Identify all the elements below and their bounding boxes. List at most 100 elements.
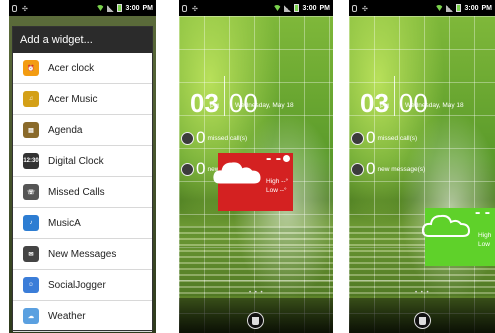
weather-widget-delete-zone[interactable]: - - High --° Low --° <box>213 150 293 211</box>
missed-calls-label: missed call(s) <box>377 134 418 142</box>
wallpaper: 03 PM 00 Wednesday, May 18 0 missed call… <box>179 16 333 333</box>
widget-list: ⏰ Acer clock ♫ Acer Music ▤ Agenda 12:30 Digita… <box>13 53 152 332</box>
phone-screen-widget-picker: ✣ 3:00 PM Add a widget... ⏰ Acer clock ♫ Ac… <box>9 0 156 333</box>
clock-ampm: PM <box>380 104 389 110</box>
signal-icon <box>284 4 292 12</box>
wallpaper: 03 PM 00 Wednesday, May 18 0 missed call… <box>349 16 495 333</box>
widget-handle-icon <box>283 155 290 162</box>
usb-icon <box>182 4 187 12</box>
signal-icon <box>446 4 454 12</box>
add-widget-dialog: Add a widget... ⏰ Acer clock ♫ Acer Music ▤ A… <box>12 26 153 332</box>
phone-screen-move-widget: ✣ 3:00 PM 03 PM 00 Wednesday, May 18 0 m… <box>349 0 495 333</box>
new-messages-count: 0 <box>196 159 206 178</box>
widget-list-item[interactable]: ♫ Acer Music <box>13 84 152 115</box>
weather-icon: ☁ <box>23 308 39 324</box>
weather-low: Low <box>478 241 490 248</box>
widget-list-item[interactable]: ▤ Agenda <box>13 115 152 146</box>
missed-calls-count: 0 <box>366 128 376 147</box>
status-ampm: PM <box>142 4 154 12</box>
wallpaper-reflection <box>179 226 333 296</box>
widget-list-item-label: Missed Calls <box>48 186 105 198</box>
wifi-icon <box>435 5 444 11</box>
status-ampm: PM <box>319 4 331 12</box>
status-bar: ✣ 3:00 PM <box>349 0 495 16</box>
status-time: 3:00 <box>464 4 479 12</box>
widget-list-item-label: MusicA <box>48 217 81 229</box>
page-indicator: • • • <box>415 290 430 296</box>
weather-high: High --° <box>266 178 289 185</box>
battery-icon <box>294 4 300 12</box>
signal-icon <box>107 4 115 12</box>
notification-icon: ✣ <box>362 5 368 13</box>
socialjogger-icon: ☺ <box>23 277 39 293</box>
usb-icon <box>12 4 17 12</box>
messages-icon <box>181 162 194 176</box>
usb-icon <box>352 4 357 12</box>
digital-clock-icon: 12:30 <box>23 153 39 169</box>
widget-list-item-label: Weather <box>48 310 86 322</box>
status-time: 3:00 <box>125 4 140 12</box>
status-time: 3:00 <box>302 4 317 12</box>
missed-calls-icon <box>181 131 194 145</box>
widget-list-item-label: New Messages <box>48 248 117 260</box>
weather-widget-drop-zone[interactable]: - - High Low <box>421 204 495 266</box>
widget-list-item[interactable]: ☺ SocialJogger <box>13 270 152 301</box>
missed-calls-label: missed call(s) <box>207 134 248 142</box>
new-messages-widget[interactable]: 0 new message(s) <box>351 159 425 179</box>
clock-divider <box>393 76 395 116</box>
clock-widget[interactable]: 03 PM 00 <box>190 76 258 116</box>
page-indicator: • • • <box>249 290 264 296</box>
widget-list-item[interactable]: ✉ New Messages <box>13 239 152 270</box>
wifi-icon <box>96 5 105 11</box>
clock-widget[interactable]: 03 PM 00 <box>360 76 428 116</box>
dock <box>349 298 495 333</box>
weather-temp-placeholder: - - <box>266 150 282 167</box>
widget-list-item[interactable]: ♪ MusicA <box>13 208 152 239</box>
widget-list-item-label: Acer clock <box>48 62 95 74</box>
musica-icon: ♪ <box>23 215 39 231</box>
clock-divider <box>223 76 225 116</box>
messages-icon <box>351 162 364 176</box>
status-bar: ✣ 3:00 PM <box>179 0 333 16</box>
battery-icon <box>456 4 462 12</box>
new-messages-label: new message(s) <box>377 165 426 173</box>
clock-date: Wednesday, May 18 <box>405 102 464 109</box>
widget-list-item[interactable]: ⏰ Acer clock <box>13 53 152 84</box>
notification-icon: ✣ <box>192 5 198 13</box>
music-icon: ♫ <box>23 91 39 107</box>
dock <box>179 298 333 333</box>
status-ampm: PM <box>481 4 493 12</box>
dialog-title: Add a widget... <box>13 27 152 53</box>
agenda-icon: ▤ <box>23 122 39 138</box>
widget-list-item[interactable]: ☏ Missed Calls <box>13 177 152 208</box>
cloud-icon <box>421 214 471 237</box>
widget-list-item-label: Acer Music <box>48 93 98 105</box>
missed-calls-widget[interactable]: 0 missed call(s) <box>351 128 417 148</box>
weather-temp-placeholder: - - <box>475 204 491 221</box>
new-messages-count: 0 <box>366 159 376 178</box>
clock-hours: 03 <box>360 88 389 118</box>
widget-list-item-label: SocialJogger <box>48 279 106 291</box>
clock-icon: ⏰ <box>23 60 39 76</box>
weather-low: Low --° <box>266 187 287 194</box>
widget-list-item-label: Digital Clock <box>48 155 104 167</box>
trash-icon[interactable] <box>247 312 264 329</box>
messages-icon: ✉ <box>23 246 39 262</box>
widget-list-item[interactable]: ☁ Weather <box>13 301 152 332</box>
clock-ampm: PM <box>210 104 219 110</box>
phone-screen-delete-widget: ✣ 3:00 PM 03 PM 00 Wednesday, May 18 0 m… <box>179 0 333 333</box>
cloud-icon <box>213 162 261 184</box>
notification-icon: ✣ <box>22 5 28 13</box>
widget-list-item-label: Agenda <box>48 124 83 136</box>
missed-calls-widget[interactable]: 0 missed call(s) <box>181 128 247 148</box>
missed-calls-icon: ☏ <box>23 184 39 200</box>
trash-icon[interactable] <box>414 312 431 329</box>
clock-hours: 03 <box>190 88 219 118</box>
widget-list-item[interactable]: 12:30 Digital Clock <box>13 146 152 177</box>
status-bar: ✣ 3:00 PM <box>9 0 156 16</box>
clock-date: Wednesday, May 18 <box>235 102 294 109</box>
missed-calls-count: 0 <box>196 128 206 147</box>
battery-icon <box>117 4 123 12</box>
wifi-icon <box>273 5 282 11</box>
missed-calls-icon <box>351 131 364 145</box>
